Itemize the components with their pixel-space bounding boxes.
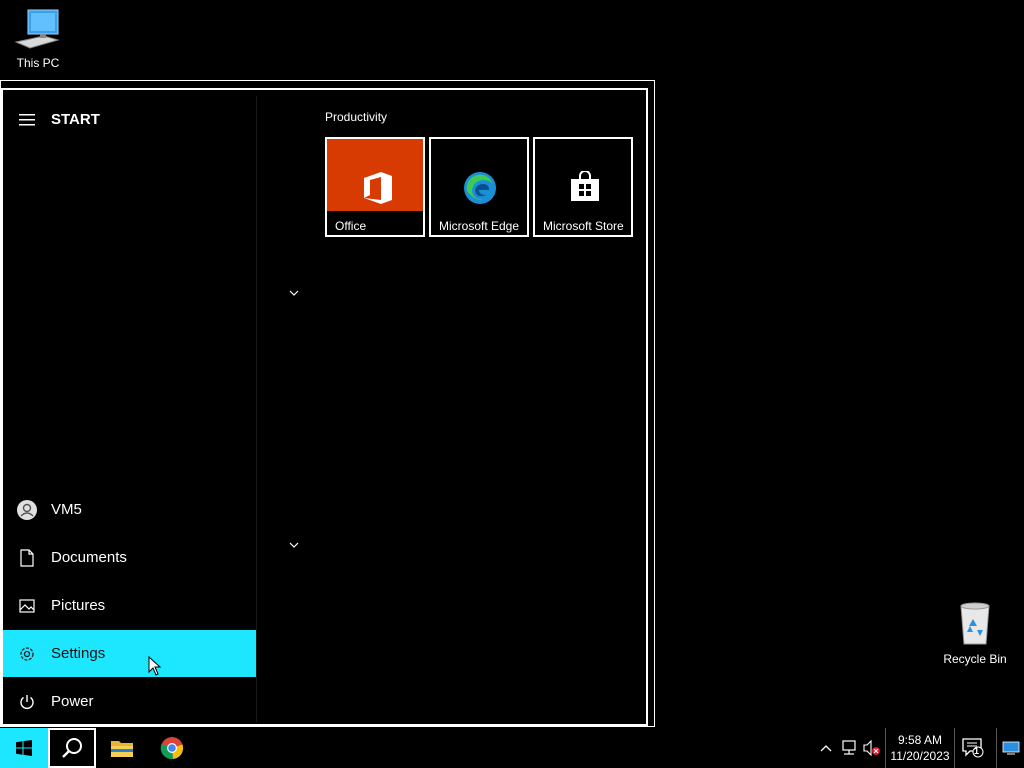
office-tile[interactable]: Office (325, 137, 425, 237)
chevron-down-icon[interactable] (287, 286, 301, 300)
pictures-label: Pictures (51, 597, 106, 614)
picture-icon (3, 598, 51, 613)
office-icon (364, 172, 392, 204)
windows-start-button[interactable] (0, 728, 48, 768)
chevron-down-icon[interactable] (287, 538, 301, 552)
clock-date: 11/20/2023 (890, 749, 950, 763)
hamburger-menu-icon[interactable] (3, 113, 51, 126)
edge-tile-label: Microsoft Edge (439, 219, 520, 233)
this-pc-desktop-icon[interactable]: This PC (2, 8, 74, 70)
store-bag-icon (571, 171, 599, 201)
taskbar: 9:58 AM 11/20/2023 1 (0, 728, 1024, 768)
start-menu: START VM5 Documents Pictures Settings Po… (1, 88, 648, 726)
search-button[interactable] (48, 728, 96, 768)
volume-muted-icon (863, 740, 880, 756)
edge-icon (464, 172, 496, 204)
recycle-bin-desktop-icon[interactable]: Recycle Bin (939, 600, 1011, 666)
clock-time: 9:58 AM (897, 733, 943, 747)
start-tiles-area: Productivity Office Microsoft Edge Micro… (257, 90, 646, 724)
settings-label: Settings (51, 645, 106, 662)
volume-tray-button[interactable] (860, 728, 884, 768)
start-item-pictures[interactable]: Pictures (3, 582, 256, 629)
start-item-power[interactable]: Power (3, 678, 256, 725)
user-avatar-icon (3, 499, 51, 520)
show-desktop-button[interactable] (996, 728, 1024, 768)
start-menu-left-rail: START VM5 Documents Pictures Settings Po… (3, 90, 256, 724)
office-tile-label: Office (335, 219, 367, 233)
user-name-label: VM5 (51, 501, 82, 518)
chrome-icon (160, 737, 184, 760)
start-item-user-account[interactable]: VM5 (3, 486, 256, 533)
notification-icon (962, 738, 984, 758)
start-item-settings[interactable]: Settings (3, 630, 256, 677)
windows-logo-icon (16, 740, 32, 756)
notification-count-badge: 1 (974, 746, 980, 756)
search-icon (62, 738, 82, 758)
taskbar-chrome[interactable] (148, 728, 196, 768)
network-icon (842, 740, 856, 755)
action-center-button[interactable]: 1 (954, 728, 992, 768)
clock-button[interactable]: 9:58 AM 11/20/2023 (885, 728, 955, 768)
documents-label: Documents (51, 549, 127, 566)
gear-icon (3, 645, 51, 663)
network-tray-button[interactable] (838, 728, 860, 768)
microsoft-edge-tile[interactable]: Microsoft Edge (429, 137, 529, 237)
taskbar-file-explorer[interactable] (98, 728, 146, 768)
mouse-cursor-icon (148, 656, 162, 676)
start-item-documents[interactable]: Documents (3, 534, 256, 581)
computer-icon (14, 9, 60, 49)
store-tile-label: Microsoft Store (543, 219, 624, 233)
power-icon (3, 694, 51, 710)
recycle-bin-icon (960, 602, 990, 645)
recycle-bin-label: Recycle Bin (943, 652, 1007, 666)
chevron-up-icon (820, 745, 832, 752)
folder-icon (111, 741, 133, 757)
document-icon (3, 548, 51, 567)
microsoft-store-tile[interactable]: Microsoft Store (533, 137, 633, 237)
start-header-label: START (51, 111, 100, 128)
show-hidden-icons-button[interactable] (814, 728, 838, 768)
this-pc-label: This PC (16, 56, 60, 70)
tile-group-title: Productivity (325, 110, 388, 124)
start-header-button[interactable]: START (3, 96, 256, 143)
monitor-icon (1002, 741, 1020, 755)
power-label: Power (51, 693, 94, 710)
